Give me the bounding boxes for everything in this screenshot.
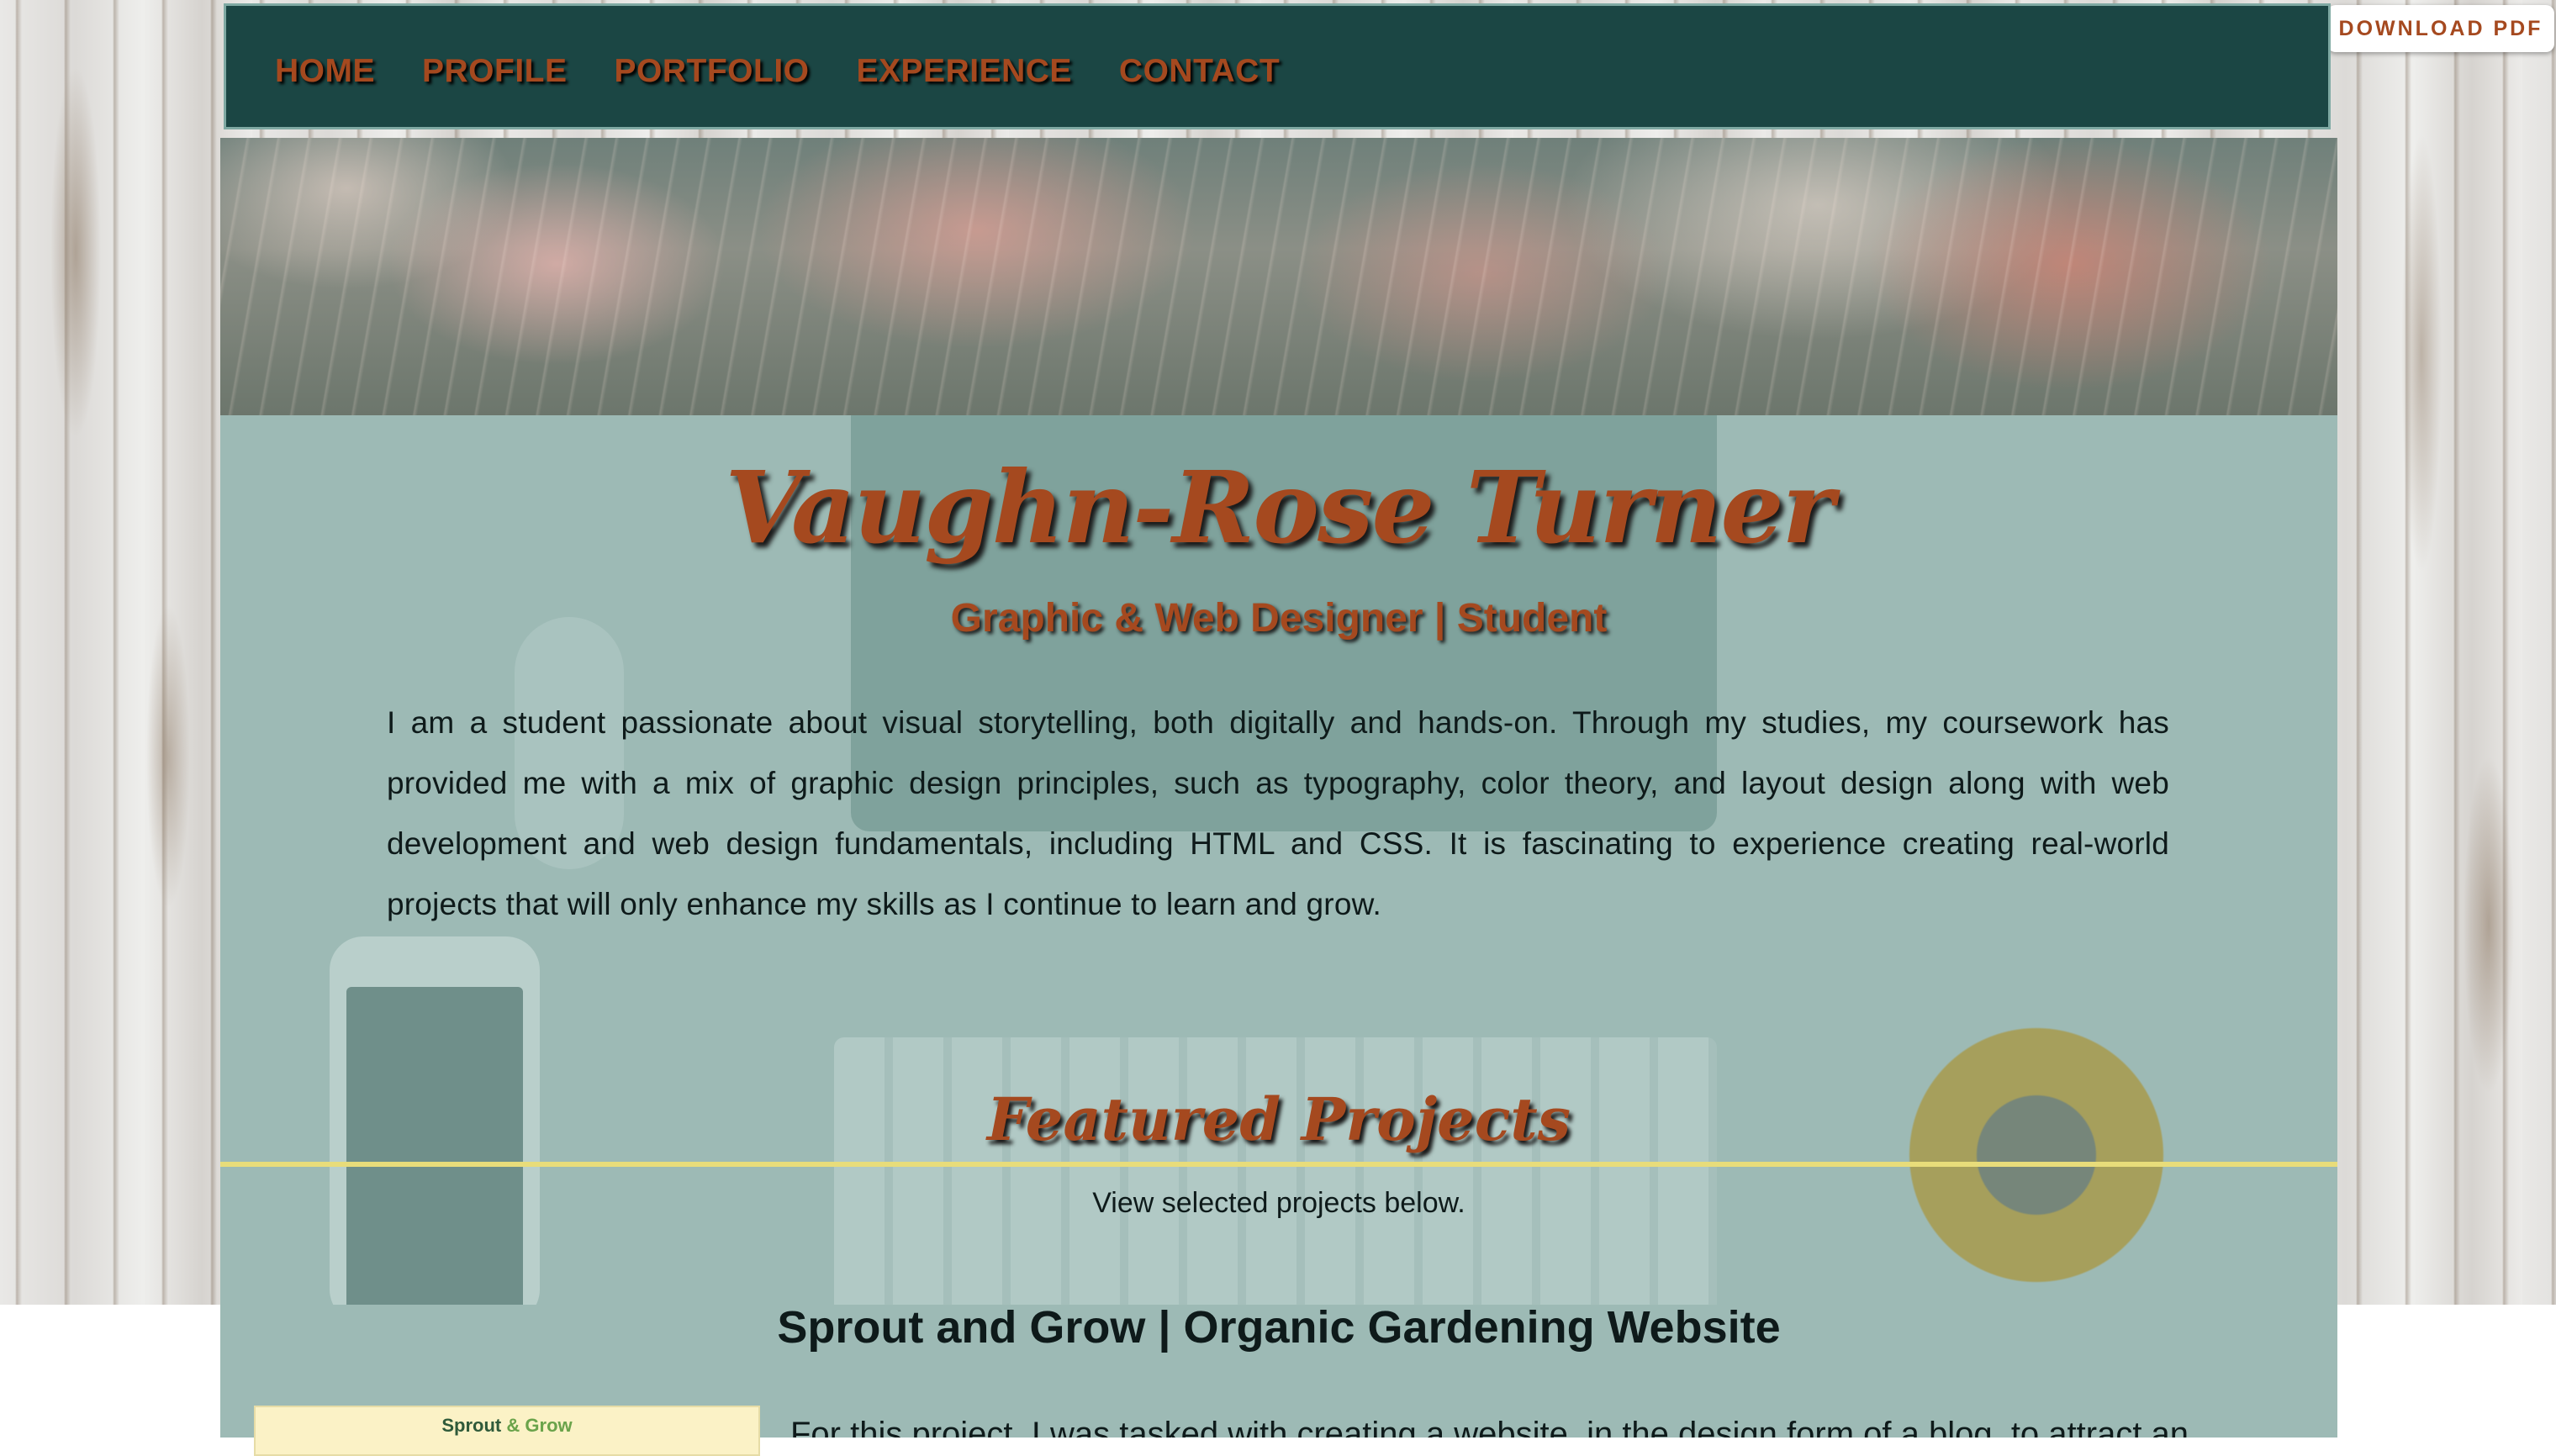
nav-portfolio-link[interactable]: PORTFOLIO [615,53,810,90]
page-subtitle: Graphic & Web Designer | Student [950,596,1608,641]
project-description: For this project, I was tasked with crea… [790,1416,2189,1438]
project-thumbnail[interactable]: Sprout & Grow [254,1406,760,1456]
nav-experience-link[interactable]: EXPERIENCE [857,53,1072,90]
project-title: Sprout and Grow | Organic Gardening Webs… [777,1302,1781,1353]
top-navbar: HOME PROFILE PORTFOLIO EXPERIENCE CONTAC… [224,3,2331,129]
hero-floral-banner [220,138,2337,415]
featured-projects-heading: Featured Projects [986,1084,1571,1154]
main-container: HOME PROFILE PORTFOLIO EXPERIENCE CONTAC… [220,0,2337,1456]
intro-paragraph: I am a student passionate about visual s… [387,705,2169,921]
page-title-name: Vaughn-Rose Turner [725,449,1834,566]
keyboard-shape [834,1037,1717,1305]
content-panel: Vaughn-Rose Turner Graphic & Web Designe… [220,415,2337,1456]
thumbnail-logo: Sprout & Grow [441,1415,573,1436]
nav-contact-link[interactable]: CONTACT [1119,53,1280,90]
featured-projects-subtitle: View selected projects below. [1092,1187,1465,1219]
download-pdf-button[interactable]: DOWNLOAD PDF [2327,5,2554,52]
nav-profile-link[interactable]: PROFILE [422,53,568,90]
section-divider [220,1162,2337,1167]
nav-links: HOME PROFILE PORTFOLIO EXPERIENCE CONTAC… [275,53,1280,90]
nav-home-link[interactable]: HOME [275,53,375,90]
